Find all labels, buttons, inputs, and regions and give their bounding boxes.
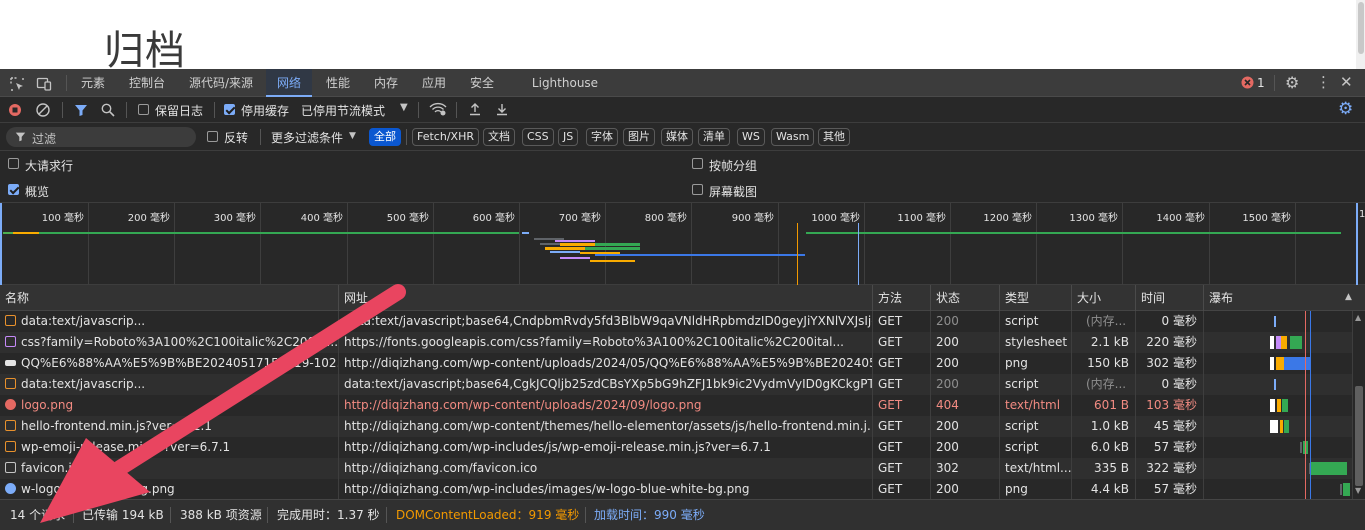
annotation-arrow — [40, 284, 406, 523]
